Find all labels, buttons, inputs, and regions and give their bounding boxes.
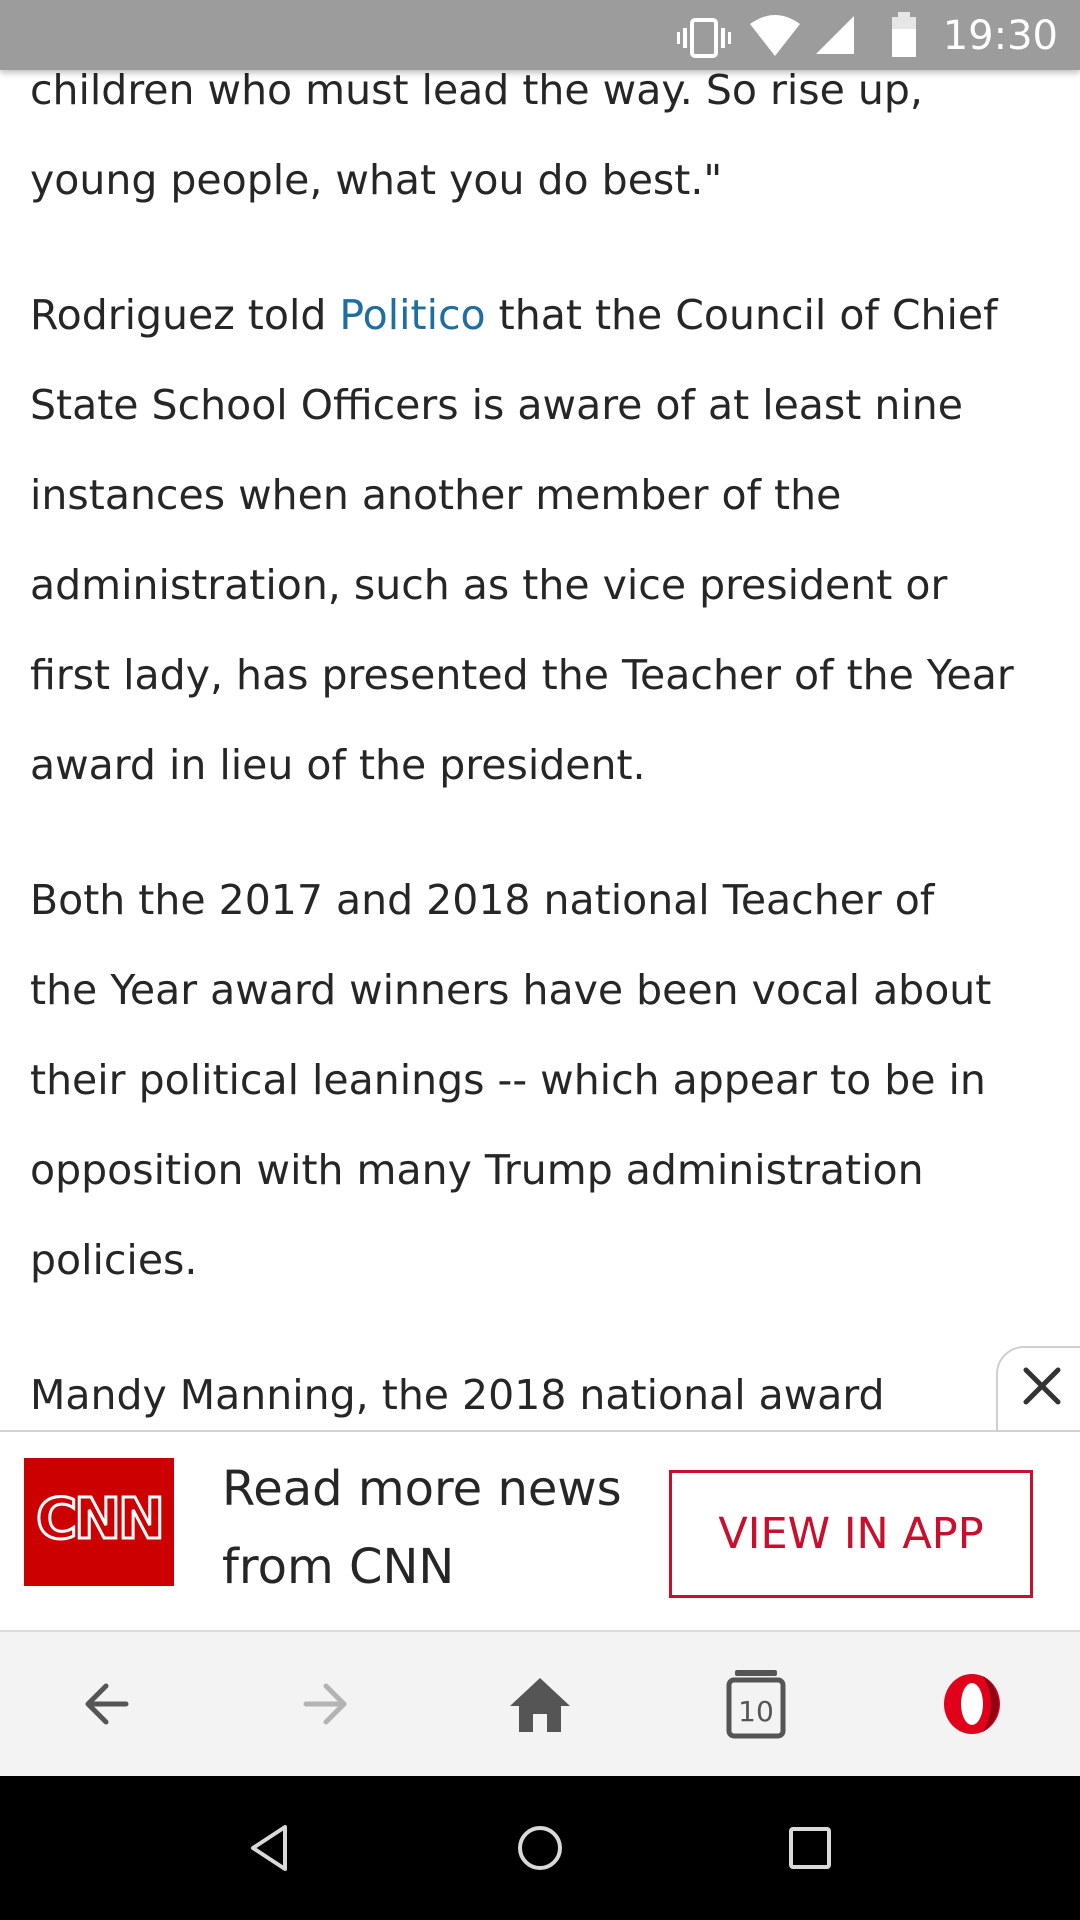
screen: children who must lead the way. So rise … [0,0,1080,1920]
article-text-line: instances when another member of the [30,471,842,519]
back-button[interactable] [38,1632,178,1776]
article-text-line: Mandy Manning, the 2018 national award [30,1371,885,1419]
article-text: Rodriguez told [30,291,340,339]
article-text-line: their political leanings -- which appear… [30,1056,986,1104]
article-text: that the Council of Chief [485,291,998,339]
home-button[interactable] [470,1632,610,1776]
nav-back-icon [251,1825,287,1871]
article-text-line: award in lieu of the president. [30,741,646,789]
article-text-line: Both the 2017 and 2018 national Teacher … [30,876,935,924]
nav-back-button[interactable] [200,1776,340,1920]
opera-logo-icon [944,1674,1000,1734]
politico-link[interactable]: Politico [339,291,485,339]
cnn-logo-text: CNN [36,1487,162,1552]
forward-arrow-icon [303,1683,347,1725]
nav-recents-button[interactable] [740,1776,880,1920]
nav-home-icon [518,1826,562,1870]
close-icon [1023,1367,1061,1405]
cellular-signal-icon [812,0,858,70]
status-time: 19:30 [942,13,1058,59]
promo-text-line: from CNN [222,1539,455,1595]
tabs-icon: 10 [726,1670,786,1739]
tabs-button[interactable]: 10 [686,1632,826,1776]
vibrate-icon [676,0,732,70]
back-arrow-icon [85,1683,129,1725]
battery-icon [884,0,924,70]
promo-text: Read more news from CNN [222,1450,662,1606]
wifi-icon [748,0,802,70]
system-nav-bar [0,1776,1080,1920]
nav-home-button[interactable] [470,1776,610,1920]
article-text-line: opposition with many Trump administratio… [30,1146,924,1194]
article-text-line: Rodriguez told Politico that the Council… [30,285,998,345]
status-bar: 19:30 [0,0,1080,70]
browser-toolbar: 10 [0,1630,1080,1776]
view-in-app-button[interactable]: VIEW IN APP [669,1470,1033,1598]
forward-button[interactable] [254,1632,394,1776]
opera-menu-button[interactable] [902,1632,1042,1776]
promo-close-button[interactable] [996,1346,1080,1432]
promo-text-line: Read more news [222,1461,622,1517]
home-icon [510,1678,570,1732]
article-text-line: policies. [30,1236,198,1284]
article-text-line: young people, what you do best." [30,156,723,204]
cnn-logo: CNN [24,1458,174,1586]
article-text-line: State School Officers is aware of at lea… [30,381,963,429]
article-text-line: first lady, has presented the Teacher of… [30,651,1014,699]
nav-recents-icon [789,1827,831,1869]
article-text-line: the Year award winners have been vocal a… [30,966,992,1014]
article-text-line: administration, such as the vice preside… [30,561,948,609]
app-promo-banner: CNN Read more news from CNN VIEW IN APP [0,1430,1080,1630]
tab-count: 10 [738,1695,774,1728]
